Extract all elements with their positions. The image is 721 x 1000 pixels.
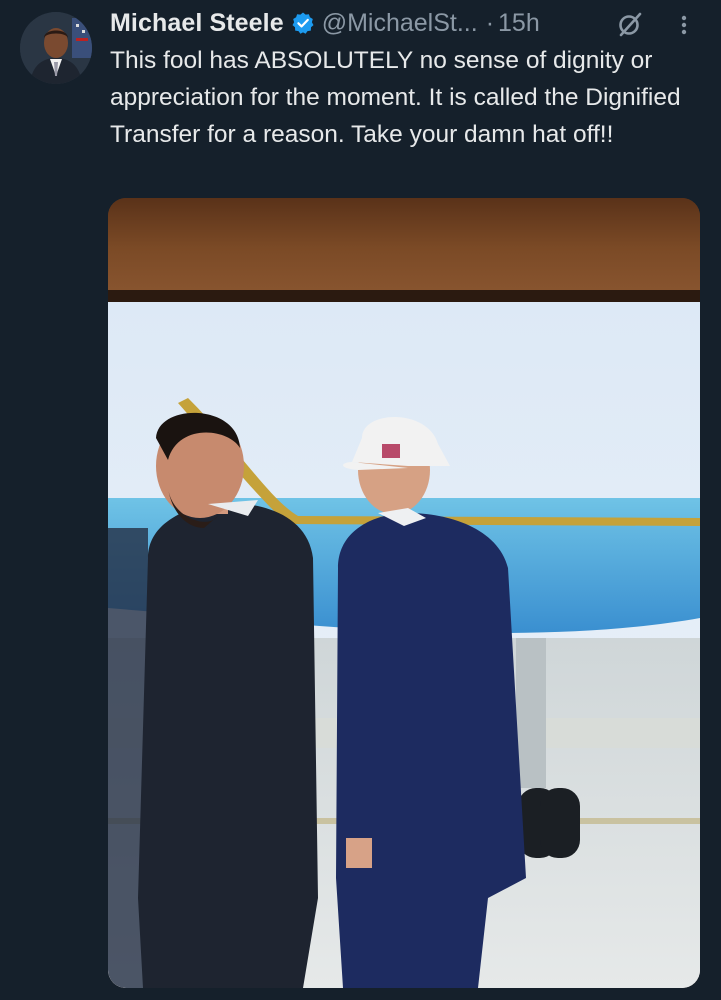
tweet-header: Michael Steele @MichaelSt... · 15h xyxy=(110,6,540,40)
author-avatar[interactable] xyxy=(20,12,92,84)
verified-badge-icon xyxy=(291,11,315,35)
more-options-icon[interactable] xyxy=(676,10,692,40)
author-name[interactable]: Michael Steele xyxy=(110,9,284,38)
grok-icon[interactable] xyxy=(616,10,644,38)
author-handle[interactable]: @MichaelSt... xyxy=(322,9,478,38)
tweet-timestamp[interactable]: 15h xyxy=(498,9,540,38)
tweet-text: This fool has ABSOLUTELY no sense of dig… xyxy=(110,47,681,148)
tweet[interactable]: Michael Steele @MichaelSt... · 15h This … xyxy=(0,0,721,1000)
header-separator: · xyxy=(485,8,495,37)
tweet-photo[interactable] xyxy=(108,198,700,988)
